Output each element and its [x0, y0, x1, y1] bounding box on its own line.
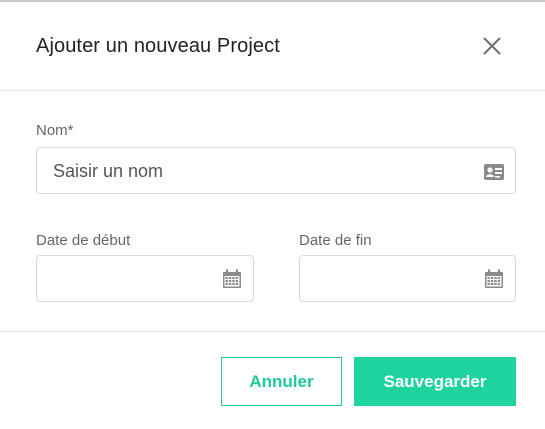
- calendar-icon[interactable]: [221, 268, 243, 290]
- add-project-dialog: Ajouter un nouveau Project Nom* Saisir u…: [0, 0, 545, 429]
- dialog-title: Ajouter un nouveau Project: [36, 35, 280, 57]
- save-button[interactable]: Sauvegarder: [354, 357, 516, 406]
- start-date-input[interactable]: [36, 255, 254, 302]
- end-date-label: Date de fin: [299, 232, 372, 249]
- close-icon[interactable]: [478, 32, 506, 60]
- name-input-placeholder: Saisir un nom: [53, 161, 164, 181]
- end-date-input[interactable]: [299, 255, 516, 302]
- name-input[interactable]: Saisir un nom: [36, 147, 516, 194]
- cancel-button[interactable]: Annuler: [221, 357, 342, 406]
- dialog-header: Ajouter un nouveau Project: [0, 2, 545, 91]
- dialog-body: Nom* Saisir un nom Date de début Date de…: [0, 92, 545, 332]
- id-card-icon: [484, 164, 504, 180]
- close-button[interactable]: [478, 32, 506, 60]
- calendar-icon[interactable]: [483, 268, 505, 290]
- name-field-label: Nom*: [36, 122, 74, 139]
- start-date-label: Date de début: [36, 232, 131, 249]
